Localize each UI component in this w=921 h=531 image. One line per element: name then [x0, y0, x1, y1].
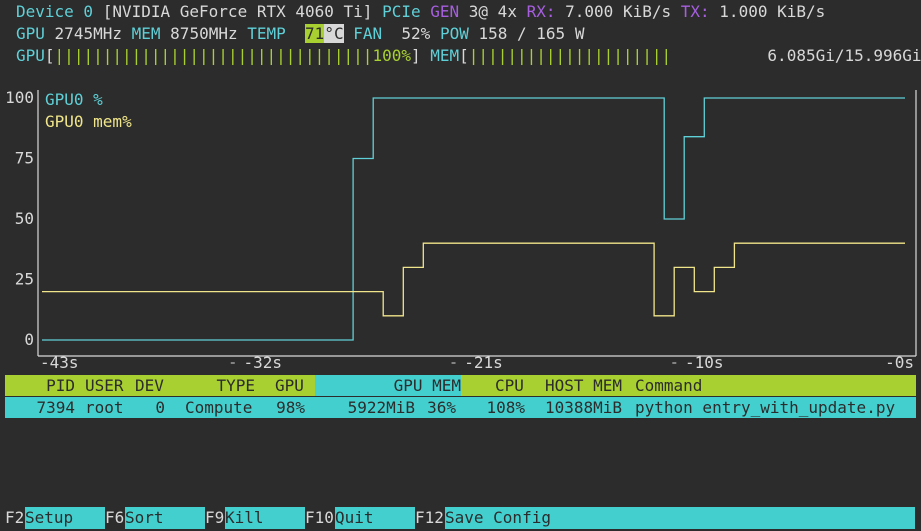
gpu-clock-label: GPU [16, 24, 45, 43]
kill-button[interactable]: Kill [225, 507, 305, 529]
col-host-mem-header[interactable]: HOST MEM [545, 375, 622, 396]
pcie-label: PCIe [382, 2, 421, 21]
f9-key: F9 [205, 508, 225, 527]
f10-key: F10 [305, 508, 334, 527]
fan-value: 52% [401, 24, 431, 43]
row-pid: 7394 [36, 398, 75, 417]
row-type: Compute [185, 398, 253, 417]
series-line-1 [42, 242, 905, 317]
device-info-line: Device 0 [NVIDIA GeForce RTX 4060 Ti] PC… [16, 1, 825, 23]
gpu-usage-bar: ||||||||||||||||||||||||||||||||| [54, 46, 373, 65]
col-gpu-header[interactable]: GPU [275, 375, 304, 396]
col-gpu-mem-header[interactable]: GPU MEM [315, 375, 461, 396]
chart-series [42, 97, 905, 341]
gen-label: GEN [430, 2, 460, 21]
rx-value: 7.000 KiB/s [565, 2, 672, 21]
f12-key: F12 [415, 508, 444, 527]
row-command: python entry_with_update.py [635, 398, 896, 417]
mem-clock-label: MEM [131, 24, 161, 43]
rx-label: RX: [526, 2, 556, 21]
temp-label: TEMP [247, 24, 286, 43]
col-type-header[interactable]: TYPE [175, 375, 255, 396]
f6-key: F6 [105, 508, 125, 527]
process-table-header: PID USER DEV TYPE GPU GPU MEM CPU HOST M… [5, 375, 916, 396]
y-tick-label: 0 [24, 330, 34, 349]
mem-usage-value: 6.085Gi/15.996Gi [767, 46, 921, 65]
setup-button[interactable]: Setup [25, 507, 105, 529]
stats-line: GPU 2745MHz MEM 8750MHz TEMP 71°C FAN 52… [16, 23, 584, 45]
save-config-button[interactable]: Save Config [445, 507, 915, 529]
tx-value: 1.000 KiB/s [719, 2, 826, 21]
x-tick-label: -10s [685, 353, 724, 372]
gen-value: 3@ 4x [468, 2, 517, 21]
col-cpu-header[interactable]: CPU [495, 375, 524, 396]
series-line-0 [42, 97, 905, 341]
temp-unit: °C [324, 24, 344, 43]
tx-label: TX: [680, 2, 710, 21]
gpu-usage-percent: 100% [372, 46, 411, 65]
chart-legend: GPU0 % GPU0 mem% [45, 90, 132, 131]
gpu-bar-close: ] [410, 46, 421, 65]
x-tick-label: -32s [244, 353, 283, 372]
row-gpu-mem-pct: 36% [427, 398, 456, 417]
row-cpu: 108% [486, 398, 525, 417]
sort-button[interactable]: Sort [125, 507, 205, 529]
x-tick-label: -43s [40, 353, 79, 372]
x-tick-label: -21s [464, 353, 503, 372]
device-label: Device 0 [16, 2, 94, 21]
mem-clock-value: 8750MHz [170, 24, 238, 43]
pow-value: 158 / 165 W [478, 24, 585, 43]
usage-history-chart: 1007550250 -43s -32s -21s -10s -0s GPU0 %GPU… [5, 88, 917, 372]
col-user-header[interactable]: USER [85, 375, 124, 396]
x-tick-label: -0s [885, 353, 914, 372]
row-host-mem: 10388MiB [545, 398, 623, 417]
y-tick-label: 50 [15, 209, 34, 228]
table-row[interactable]: 7394 root 0 Compute 98% 5922MiB 36% 108%… [5, 397, 916, 418]
temp-value: 71 [305, 24, 325, 43]
row-gpu-mem-mib: 5922MiB [347, 398, 415, 417]
pow-label: POW [439, 24, 469, 43]
gpu-bar-label: GPU [16, 46, 45, 65]
device-name: [NVIDIA GeForce RTX 4060 Ti] [102, 2, 373, 21]
gpu-clock-value: 2745MHz [54, 24, 122, 43]
utilization-bars-line: GPU[|||||||||||||||||||||||||||||||||100… [16, 45, 921, 67]
quit-button[interactable]: Quit [335, 507, 415, 529]
mem-bar-label: MEM [430, 46, 460, 65]
y-tick-label: 100 [5, 88, 34, 107]
y-tick-label: 75 [15, 149, 34, 168]
legend-entry: GPU0 mem% [45, 112, 132, 131]
col-command-header[interactable]: Command [635, 375, 702, 396]
row-user: root [85, 398, 124, 417]
fan-label: FAN [353, 24, 383, 43]
col-pid-header[interactable]: PID [5, 375, 75, 396]
row-gpu: 98% [276, 398, 305, 417]
y-tick-label: 25 [15, 270, 34, 289]
row-dev: 0 [155, 398, 165, 417]
legend-entry: GPU0 % [45, 90, 103, 109]
col-dev-header[interactable]: DEV [135, 375, 164, 396]
mem-bar-open: [ [459, 46, 469, 65]
gpu-bar-open: [ [44, 46, 55, 65]
f2-key: F2 [5, 508, 25, 527]
chart-y-ticks: 100 75 50 25 0 [5, 88, 34, 349]
chart-frame [37, 90, 917, 357]
mem-usage-bar: ||||||||||||||||||||| [468, 46, 672, 65]
